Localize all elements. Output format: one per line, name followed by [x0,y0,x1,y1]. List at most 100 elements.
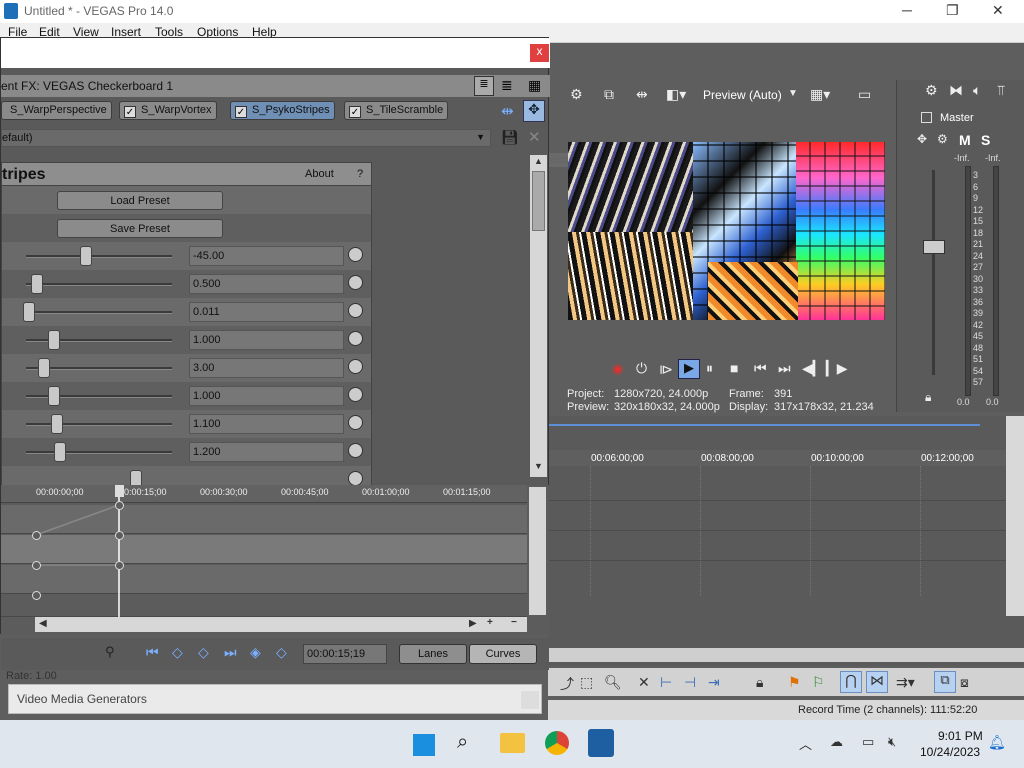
trim-start-icon[interactable]: ⊢ [660,674,672,691]
playhead-marker[interactable] [115,485,124,497]
parameter-value-field[interactable]: 0.011 [189,302,344,322]
prev-keyframe-icon[interactable]: ◇ [172,644,183,661]
parameter-slider-thumb[interactable] [48,330,60,350]
parameter-value-field[interactable]: 1.200 [189,442,344,462]
volume-muted-icon[interactable]: 🔇︎ [888,734,896,750]
add-plugin-icon[interactable]: ⇹ [501,102,514,120]
check-icon[interactable]: ✓ [235,106,247,118]
timeline-scrollbar[interactable] [548,648,1024,662]
insert-fx-icon[interactable]: ✥ [917,132,927,146]
animate-keyframe-icon[interactable] [348,275,363,290]
help-button[interactable]: ? [357,168,363,180]
solo-button[interactable]: S [981,132,990,148]
scroll-thumb[interactable] [532,171,545,231]
keyframe-point[interactable] [32,531,41,540]
copy-snapshot-icon[interactable]: ⧉ [604,86,614,103]
check-icon[interactable]: ✓ [124,106,136,118]
parameter-slider-thumb[interactable] [48,386,60,406]
zoom-in-icon[interactable]: + [487,617,493,628]
scroll-down-icon[interactable]: ▼ [534,461,543,471]
parameter-slider-thumb[interactable] [38,358,51,378]
onedrive-icon[interactable]: ☁ [830,734,843,750]
ignore-grouping-icon[interactable]: ⧇ [960,674,969,691]
keyframe-point[interactable] [32,591,41,600]
delete-keyframe-icon[interactable]: ◇ [276,644,287,661]
view-list-button[interactable]: ≣ [474,76,494,96]
loop-icon[interactable]: ⏻ [636,360,647,377]
speaker-icon[interactable]: 🔈︎ [973,82,981,99]
keyframe-vscroll[interactable] [529,487,546,615]
external-monitor-icon[interactable]: ▭ [858,86,871,103]
maximize-button[interactable]: ❐ [946,2,959,19]
add-keyframe-icon[interactable]: ◈ [250,644,261,661]
curves-button[interactable]: Curves [469,644,537,664]
timeline-vscroll[interactable] [1006,416,1024,616]
remove-plugin-button[interactable]: ✥ [523,100,545,122]
first-keyframe-icon[interactable]: ⏮ [146,644,159,661]
file-explorer-icon[interactable] [500,733,525,753]
sync-cursor-icon[interactable]: ⚲ [105,644,115,660]
lock-envelopes-button[interactable]: ⧉ [934,671,956,693]
gear-icon[interactable]: ⚙ [570,86,583,103]
trim-end-icon[interactable]: ⊣ [684,674,696,691]
keyframe-point[interactable] [115,531,124,540]
parameter-slider[interactable] [26,311,172,314]
parameter-slider-thumb[interactable] [22,302,35,322]
parameter-slider-thumb[interactable] [31,274,44,294]
volume-fader-thumb[interactable] [923,240,945,254]
pause-icon[interactable]: ⏸ [706,360,713,377]
region-icon[interactable]: ⚐ [812,674,825,691]
close-panel-button[interactable] [521,691,539,709]
keyframe-point[interactable] [32,561,41,570]
zoom-out-icon[interactable]: − [511,617,517,628]
zoom-tool-icon[interactable]: 🔍︎ [604,674,622,691]
clock-date[interactable]: 10/24/2023 [920,745,980,759]
windows-start-icon[interactable] [413,734,435,756]
animate-keyframe-icon[interactable] [348,387,363,402]
parameter-value-field[interactable]: 0.500 [189,274,344,294]
record-icon[interactable]: ◉ [612,361,623,377]
load-preset-button[interactable]: Load Preset [57,191,223,210]
parameter-slider[interactable] [26,283,172,286]
plugin-tab-warpperspective[interactable]: S_WarpPerspective [1,101,112,120]
lanes-button[interactable]: Lanes [399,644,467,664]
parameter-slider-thumb[interactable] [50,414,63,434]
animate-keyframe-icon[interactable] [348,359,363,374]
lock-events-icon[interactable]: 🔒︎ [756,674,763,691]
parameter-slider-thumb[interactable] [53,442,66,462]
go-to-start-icon[interactable]: ⏮ [754,360,767,377]
auto-crossfade-button[interactable]: ⋈ [866,671,888,693]
minimize-button[interactable]: ─ [902,2,912,18]
keyframe-time-field[interactable]: 00:00:15;19 [303,644,387,664]
plugin-tab-warpvortex[interactable]: ✓ S_WarpVortex [119,101,217,120]
go-to-end-icon[interactable]: ⏭ [778,360,791,377]
scroll-up-icon[interactable]: ▲ [534,156,543,166]
snapping-button[interactable]: ⋂ [840,671,862,693]
keyframe-point[interactable] [115,501,124,510]
parameter-value-field[interactable]: 1.100 [189,414,344,434]
about-button[interactable]: About [305,168,334,180]
mixer-downmix-icon[interactable]: ⧓ [949,82,963,99]
save-preset-button[interactable]: Save Preset [57,219,223,238]
vegas-taskbar-icon[interactable] [588,729,614,757]
save-preset-icon[interactable]: 💾︎ [501,129,519,146]
parameter-value-field[interactable]: 3.00 [189,358,344,378]
view-grid-icon[interactable]: ▦ [528,77,541,94]
parameter-slider[interactable] [26,451,172,454]
next-keyframe-icon[interactable]: ◇ [198,644,209,661]
check-icon[interactable]: ✓ [349,106,361,118]
previous-frame-icon[interactable]: ◀▎ [802,360,824,377]
display-icon[interactable]: ▭ [862,734,874,750]
grid-icon[interactable]: ▦▾ [810,86,830,103]
stop-icon[interactable]: ■ [730,360,738,376]
parameter-slider-thumb[interactable] [80,246,93,266]
animate-keyframe-icon[interactable] [348,443,363,458]
chrome-icon[interactable] [545,731,569,755]
search-icon[interactable]: ⌕ [457,731,468,754]
play-from-start-icon[interactable]: ⧐ [659,361,673,378]
preset-dropdown[interactable]: efault) ▼ [1,129,491,147]
volume-fader-track[interactable] [932,170,935,375]
chevron-down-icon[interactable]: ▼ [788,88,798,99]
next-frame-icon[interactable]: ▎▶ [826,360,848,377]
last-keyframe-icon[interactable]: ⏭ [224,644,237,661]
